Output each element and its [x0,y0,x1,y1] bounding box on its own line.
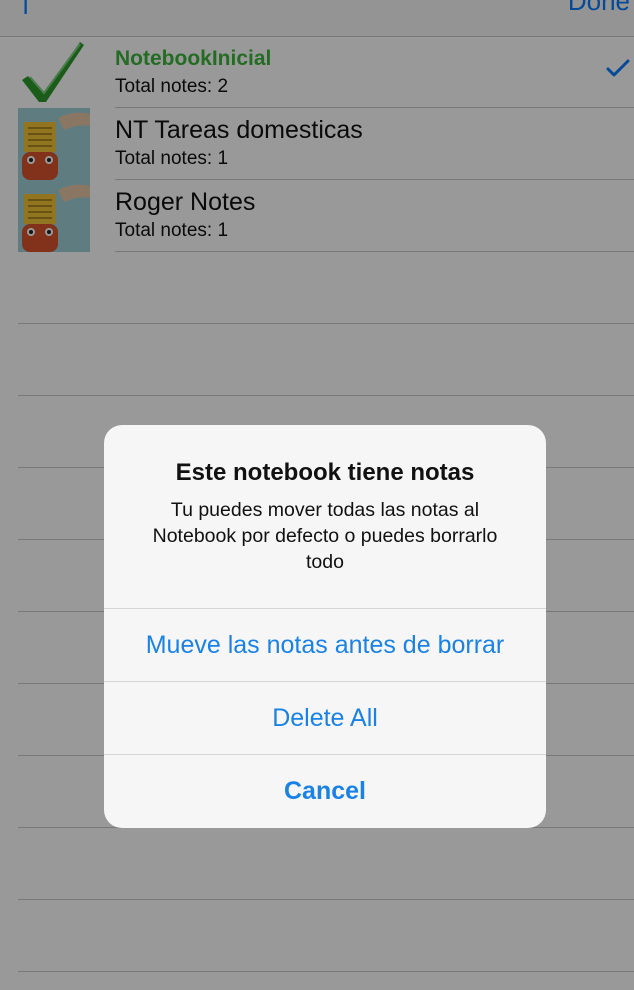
alert-title: Este notebook tiene notas [175,459,475,486]
move-notes-button[interactable]: Mueve las notas antes de borrar [104,608,546,682]
alert-message: Tu puedes mover todas las notas al Noteb… [152,499,498,573]
delete-notebook-alert: Este notebook tiene notas Tu puedes move… [104,425,546,828]
delete-all-button[interactable]: Delete All [104,681,546,755]
cancel-button[interactable]: Cancel [104,754,546,828]
